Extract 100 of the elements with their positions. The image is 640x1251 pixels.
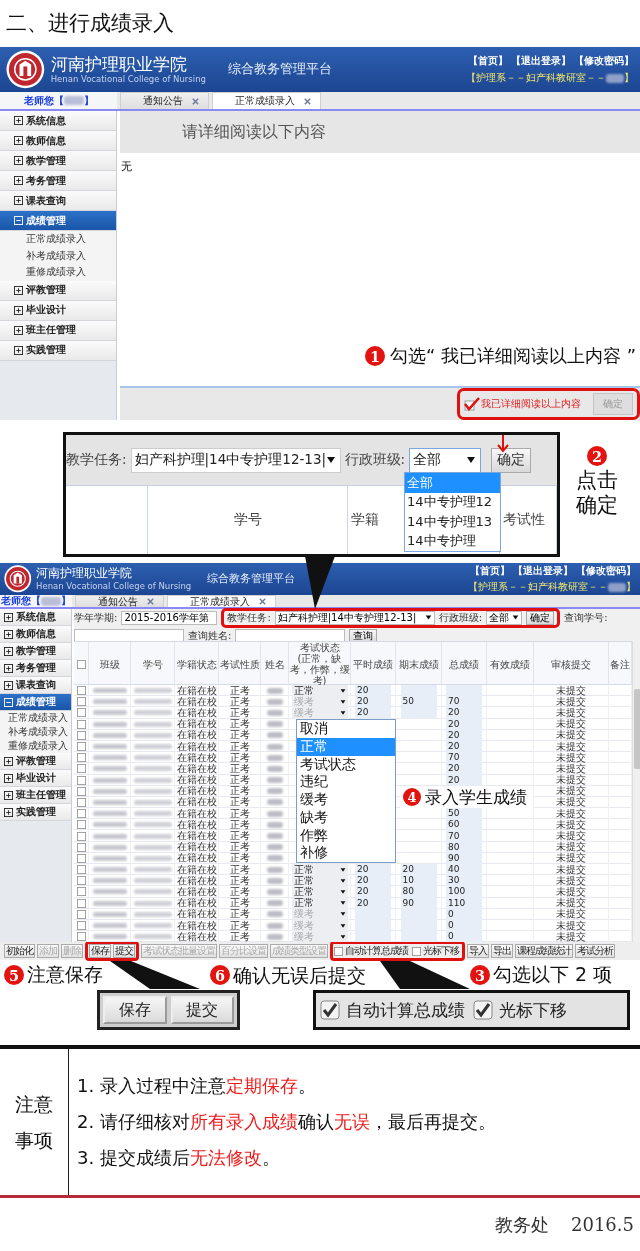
tab[interactable]: 通知公告	[120, 92, 209, 109]
plus-box-icon[interactable]	[4, 612, 13, 622]
close-icon[interactable]	[258, 597, 267, 606]
checkbox[interactable]	[76, 932, 86, 942]
sidebar-item[interactable]: 毕业设计	[0, 300, 116, 321]
checkbox[interactable]	[76, 797, 86, 807]
plus-box-icon[interactable]	[14, 156, 23, 165]
plus-box-icon[interactable]	[14, 305, 23, 315]
option-checkbox[interactable]: 光标下移	[473, 998, 567, 1022]
score-field[interactable]: 70	[446, 830, 482, 842]
class-select[interactable]: 全部	[486, 610, 523, 625]
score-field[interactable]: 20	[355, 707, 391, 719]
score-field[interactable]: 30	[446, 875, 482, 887]
score-field[interactable]: 20	[446, 729, 482, 741]
minus-box-icon[interactable]	[14, 216, 23, 225]
tab[interactable]: 正常成绩录入	[212, 92, 321, 109]
score-field[interactable]: 80	[446, 841, 482, 853]
header-link[interactable]: 【修改密码】	[575, 563, 636, 578]
plus-box-icon[interactable]	[4, 680, 13, 690]
toolbar-button[interactable]: 导入	[467, 944, 489, 958]
header-link[interactable]: 【首页】	[468, 54, 508, 68]
close-icon[interactable]	[303, 96, 312, 106]
plus-box-icon[interactable]	[4, 663, 13, 673]
plus-box-icon[interactable]	[4, 756, 13, 766]
score-field[interactable]: 40	[446, 864, 482, 876]
confirm-button[interactable]: 确定	[526, 610, 555, 625]
sidebar-item[interactable]: 课表查询	[0, 677, 71, 694]
score-field[interactable]: 20	[446, 718, 482, 730]
checkbox[interactable]	[76, 865, 86, 875]
sidebar-item[interactable]: 实践管理	[0, 340, 116, 361]
score-field[interactable]: 110	[446, 897, 482, 909]
checkbox[interactable]	[76, 786, 86, 796]
checkbox[interactable]	[76, 697, 86, 707]
close-icon[interactable]	[146, 597, 155, 606]
sidebar-item[interactable]: 考务管理	[0, 660, 71, 677]
score-field[interactable]: 20	[355, 897, 391, 909]
header-link[interactable]: 【修改密码】	[574, 54, 634, 68]
score-field[interactable]: 100	[446, 886, 482, 898]
score-field[interactable]: 20	[446, 774, 482, 786]
score-field[interactable]: 10	[400, 875, 437, 887]
sidebar-subitem[interactable]: 正常成绩录入	[0, 231, 116, 248]
score-field[interactable]: 70	[446, 752, 482, 764]
score-field[interactable]: 20	[355, 886, 391, 898]
search-button[interactable]: 查询	[349, 628, 378, 643]
score-field[interactable]: 20	[355, 864, 391, 876]
status-select[interactable]: 正常	[291, 685, 348, 697]
sidebar-item[interactable]: 评教管理	[0, 280, 116, 301]
toolbar-checkbox[interactable]: 光标下移	[412, 944, 461, 958]
score-field[interactable]: 20	[355, 685, 391, 697]
score-field[interactable]	[400, 707, 437, 719]
score-field[interactable]: 20	[446, 707, 482, 719]
plus-box-icon[interactable]	[4, 790, 13, 800]
plus-box-icon[interactable]	[14, 176, 23, 185]
sidebar-item[interactable]: 班主任管理	[0, 320, 116, 341]
score-field[interactable]: 20	[446, 763, 482, 775]
plus-box-icon[interactable]	[14, 116, 23, 125]
sidebar-item[interactable]: 成绩管理	[0, 211, 116, 231]
score-field[interactable]	[400, 685, 437, 697]
plus-box-icon[interactable]	[14, 325, 23, 335]
checkbox[interactable]	[76, 898, 86, 908]
score-field[interactable]	[446, 685, 482, 697]
score-field[interactable]: 20	[400, 864, 437, 876]
status-select[interactable]: 正常	[291, 875, 348, 887]
toolbar-button[interactable]: 导出	[491, 944, 513, 958]
score-field[interactable]	[400, 931, 437, 943]
score-field[interactable]	[355, 931, 391, 943]
checkbox[interactable]	[76, 753, 86, 763]
checkbox[interactable]	[334, 946, 343, 956]
checkbox[interactable]	[76, 730, 86, 740]
sidebar-item[interactable]: 教师信息	[0, 131, 116, 151]
sidebar-item[interactable]: 班主任管理	[0, 787, 71, 804]
tab[interactable]: 通知公告	[75, 595, 164, 607]
sidebar-item[interactable]: 评教管理	[0, 753, 71, 770]
sidebar-item[interactable]: 成绩管理	[0, 694, 71, 711]
checkbox[interactable]	[76, 887, 86, 897]
sidebar-item[interactable]: 毕业设计	[0, 770, 71, 787]
checkbox[interactable]	[320, 1000, 340, 1020]
plus-box-icon[interactable]	[14, 285, 23, 295]
checkbox[interactable]	[76, 719, 86, 729]
checkbox[interactable]	[473, 1000, 493, 1020]
status-select[interactable]: 正常	[291, 886, 348, 898]
confirm-button[interactable]: 确定	[491, 447, 532, 473]
score-field[interactable]: 20	[355, 696, 391, 708]
status-select[interactable]: 正常	[291, 864, 348, 876]
task-select[interactable]: 妇产科护理|14中专护理12-13|	[130, 447, 341, 473]
minus-box-icon[interactable]	[4, 697, 13, 707]
sidebar-item[interactable]: 教学管理	[0, 643, 71, 660]
input-field[interactable]	[235, 628, 346, 643]
checkbox[interactable]	[76, 842, 86, 852]
checkbox[interactable]	[76, 853, 86, 863]
score-field[interactable]: 80	[400, 886, 437, 898]
sidebar-item[interactable]: 系统信息	[0, 111, 116, 131]
sidebar-item[interactable]: 系统信息	[0, 609, 71, 626]
term-select[interactable]: 2015-2016学年第	[121, 610, 218, 625]
checkbox[interactable]	[76, 909, 86, 919]
toolbar-button[interactable]: 提交	[113, 944, 135, 958]
header-link[interactable]: 【退出登录】	[512, 563, 573, 578]
header-link[interactable]: 【退出登录】	[511, 54, 571, 68]
score-field[interactable]: 0	[446, 908, 482, 920]
task-select[interactable]: 妇产科护理|14中专护理12-13|	[274, 610, 435, 625]
